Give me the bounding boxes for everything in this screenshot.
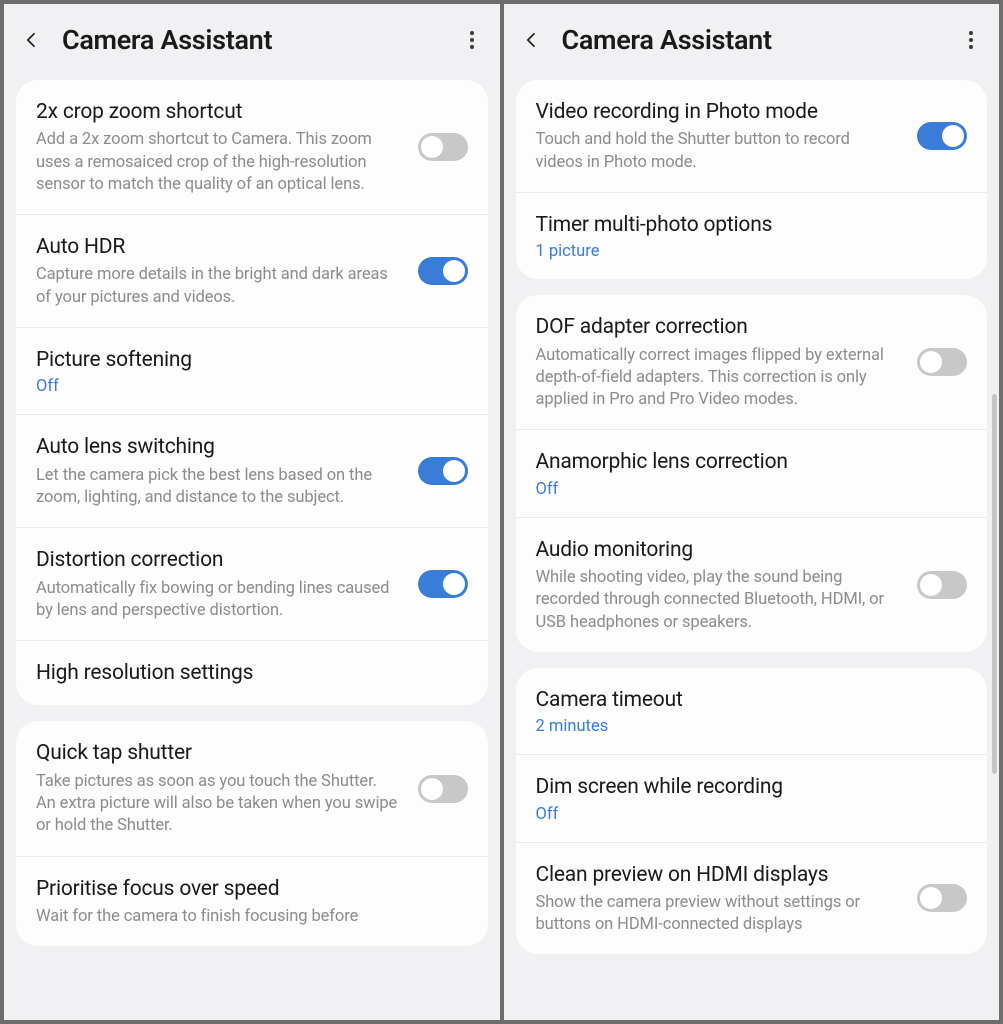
high-resolution-settings-row[interactable]: High resolution settings [16, 640, 488, 705]
video-in-photo-mode-row[interactable]: Video recording in Photo mode Touch and h… [516, 80, 988, 192]
item-label: Auto lens switching [36, 433, 398, 461]
item-description: Show the camera preview without settings… [536, 892, 898, 937]
settings-group: Camera timeout 2 minutes Dim screen while … [516, 668, 988, 955]
page-title: Camera Assistant [562, 24, 942, 56]
item-value: 2 minutes [536, 717, 968, 736]
item-text: Distortion correction Automatically fix b… [36, 546, 398, 622]
item-value: 1 picture [536, 242, 968, 261]
item-label: Timer multi-photo options [536, 211, 968, 239]
crop-zoom-shortcut-row[interactable]: 2x crop zoom shortcut Add a 2x zoom short… [16, 80, 488, 214]
anamorphic-lens-correction-row[interactable]: Anamorphic lens correction Off [516, 429, 988, 516]
item-label: Audio monitoring [536, 536, 898, 564]
item-description: Add a 2x zoom shortcut to Camera. This z… [36, 129, 398, 196]
item-text: Auto lens switching Let the camera pick t… [36, 433, 398, 509]
item-text: Anamorphic lens correction Off [536, 448, 968, 498]
item-text: DOF adapter correction Automatically corr… [536, 313, 898, 411]
screen-right: Camera Assistant Video recording in Phot… [504, 4, 1000, 1020]
item-text: Auto HDR Capture more details in the brig… [36, 233, 398, 309]
more-options-button[interactable] [460, 28, 484, 52]
item-value: Off [536, 805, 968, 824]
item-description: Touch and hold the Shutter button to rec… [536, 129, 898, 174]
item-description: Capture more details in the bright and d… [36, 264, 398, 309]
item-text: Prioritise focus over speed Wait for the … [36, 875, 468, 929]
item-label: Quick tap shutter [36, 739, 398, 767]
settings-group: Quick tap shutter Take pictures as soon a… [16, 721, 488, 946]
back-button[interactable] [20, 28, 44, 52]
chevron-left-icon [22, 30, 42, 50]
distortion-correction-row[interactable]: Distortion correction Automatically fix b… [16, 527, 488, 640]
clean-preview-hdmi-toggle[interactable] [917, 884, 967, 912]
item-text: Audio monitoring While shooting video, pl… [536, 536, 898, 634]
item-label: Distortion correction [36, 546, 398, 574]
settings-group: Video recording in Photo mode Touch and h… [516, 80, 988, 279]
item-text: High resolution settings [36, 659, 468, 687]
timer-multi-photo-row[interactable]: Timer multi-photo options 1 picture [516, 192, 988, 279]
settings-list: Video recording in Photo mode Touch and h… [504, 80, 1000, 1020]
item-label: Camera timeout [536, 686, 968, 714]
audio-monitoring-toggle[interactable] [917, 571, 967, 599]
settings-list: 2x crop zoom shortcut Add a 2x zoom short… [4, 80, 500, 1020]
header: Camera Assistant [504, 4, 1000, 80]
auto-lens-switching-row[interactable]: Auto lens switching Let the camera pick t… [16, 414, 488, 527]
item-label: Dim screen while recording [536, 773, 968, 801]
item-description: Let the camera pick the best lens based … [36, 465, 398, 510]
distortion-correction-toggle[interactable] [418, 570, 468, 598]
item-text: Camera timeout 2 minutes [536, 686, 968, 736]
settings-group: DOF adapter correction Automatically corr… [516, 295, 988, 652]
item-description: Take pictures as soon as you touch the S… [36, 771, 398, 838]
item-text: Dim screen while recording Off [536, 773, 968, 823]
item-text: Video recording in Photo mode Touch and h… [536, 98, 898, 174]
item-text: Quick tap shutter Take pictures as soon a… [36, 739, 398, 837]
item-label: Picture softening [36, 346, 468, 374]
scrollbar[interactable] [992, 394, 997, 774]
kebab-icon [470, 31, 474, 49]
screen-left: Camera Assistant 2x crop zoom shortcut Ad… [4, 4, 500, 1020]
more-options-button[interactable] [959, 28, 983, 52]
item-label: Auto HDR [36, 233, 398, 261]
video-in-photo-mode-toggle[interactable] [917, 122, 967, 150]
item-text: Clean preview on HDMI displays Show the c… [536, 861, 898, 937]
item-label: Clean preview on HDMI displays [536, 861, 898, 889]
item-description: Wait for the camera to finish focusing b… [36, 906, 468, 928]
chevron-left-icon [522, 30, 542, 50]
picture-softening-row[interactable]: Picture softening Off [16, 327, 488, 414]
auto-lens-switching-toggle[interactable] [418, 457, 468, 485]
dim-screen-recording-row[interactable]: Dim screen while recording Off [516, 754, 988, 841]
header: Camera Assistant [4, 4, 500, 80]
item-description: While shooting video, play the sound bei… [536, 567, 898, 634]
item-value: Off [36, 377, 468, 396]
auto-hdr-row[interactable]: Auto HDR Capture more details in the brig… [16, 214, 488, 327]
quick-tap-shutter-row[interactable]: Quick tap shutter Take pictures as soon a… [16, 721, 488, 855]
item-description: Automatically fix bowing or bending line… [36, 578, 398, 623]
item-label: Prioritise focus over speed [36, 875, 468, 903]
crop-zoom-shortcut-toggle[interactable] [418, 133, 468, 161]
page-title: Camera Assistant [62, 24, 442, 56]
clean-preview-hdmi-row[interactable]: Clean preview on HDMI displays Show the c… [516, 842, 988, 955]
item-text: Timer multi-photo options 1 picture [536, 211, 968, 261]
settings-group: 2x crop zoom shortcut Add a 2x zoom short… [16, 80, 488, 705]
item-label: Anamorphic lens correction [536, 448, 968, 476]
kebab-icon [969, 31, 973, 49]
camera-timeout-row[interactable]: Camera timeout 2 minutes [516, 668, 988, 754]
item-value: Off [536, 480, 968, 499]
quick-tap-shutter-toggle[interactable] [418, 775, 468, 803]
back-button[interactable] [520, 28, 544, 52]
item-text: Picture softening Off [36, 346, 468, 396]
item-label: 2x crop zoom shortcut [36, 98, 398, 126]
item-text: 2x crop zoom shortcut Add a 2x zoom short… [36, 98, 398, 196]
item-label: High resolution settings [36, 659, 468, 687]
item-description: Automatically correct images flipped by … [536, 345, 898, 412]
dof-adapter-correction-row[interactable]: DOF adapter correction Automatically corr… [516, 295, 988, 429]
dof-adapter-correction-toggle[interactable] [917, 348, 967, 376]
item-label: DOF adapter correction [536, 313, 898, 341]
item-label: Video recording in Photo mode [536, 98, 898, 126]
audio-monitoring-row[interactable]: Audio monitoring While shooting video, pl… [516, 517, 988, 652]
auto-hdr-toggle[interactable] [418, 257, 468, 285]
prioritise-focus-row[interactable]: Prioritise focus over speed Wait for the … [16, 856, 488, 947]
